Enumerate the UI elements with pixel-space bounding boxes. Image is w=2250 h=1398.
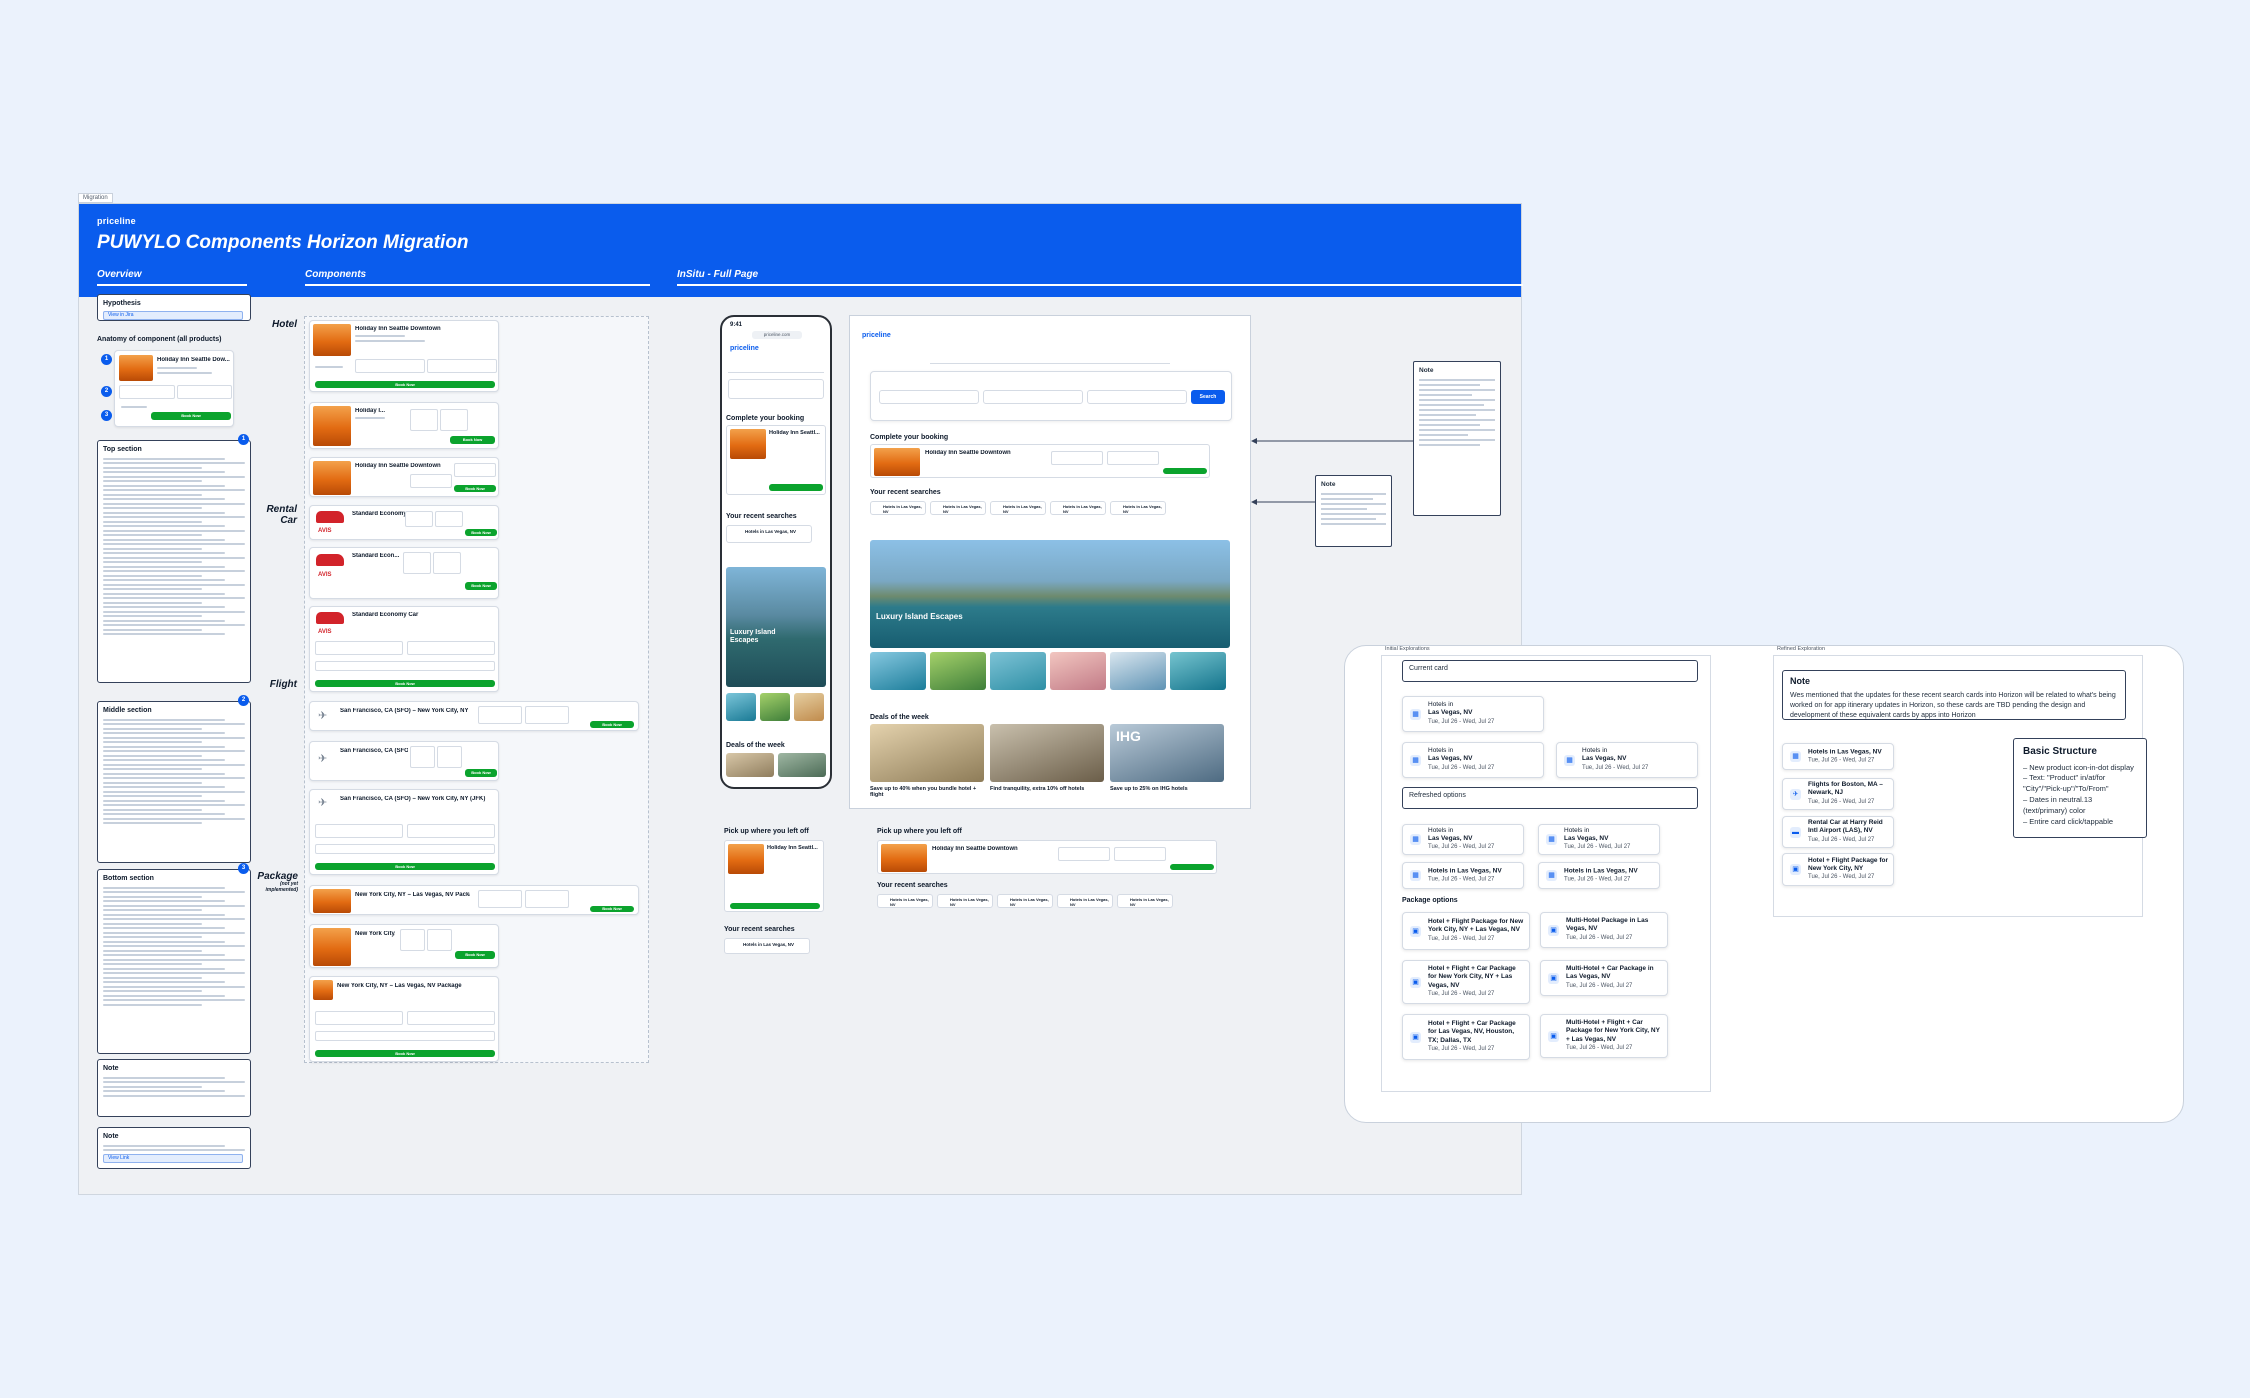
exploration-panel: Initial Explorations Current card ▦ Hote…: [1344, 645, 2184, 1123]
refined-search-card[interactable]: ▣ Hotel + Flight Package for New York Ci…: [1782, 853, 1894, 886]
basic-structure-item: – Dates in neutral.13 (text/primary) col…: [2023, 795, 2093, 815]
basic-structure-note: Basic Structure – New product icon-in-do…: [2013, 738, 2147, 838]
hotel-icon: ▦: [1790, 751, 1801, 762]
card-title: Hotel + Flight Package for New York City…: [1428, 918, 1524, 934]
refined-note: Note Wes mentioned that the updates for …: [1782, 670, 2126, 720]
card-prefix: Hotels in: [1428, 826, 1454, 834]
card-prefix: Hotels in: [1582, 747, 1608, 755]
package-icon: ▣: [1548, 1030, 1559, 1042]
refined-exploration-tag: Refined Exploration: [1777, 646, 1826, 652]
basic-structure-item: – New product icon-in-dot display: [2023, 762, 2134, 772]
recent-search-card-refreshed[interactable]: ▦ Hotels in Las Vegas, NV Tue, Jul 26 - W…: [1538, 862, 1660, 889]
recent-search-card-current[interactable]: ▦ Hotels in Las Vegas, NV Tue, Jul 26 - We…: [1556, 742, 1698, 778]
card-dates: Tue, Jul 26 - Wed, Jul 27: [1428, 936, 1495, 943]
hotel-icon: ▦: [1410, 708, 1421, 720]
recent-search-card-current[interactable]: ▦ Hotels in Las Vegas, NV Tue, Jul 26 - We…: [1402, 742, 1544, 778]
basic-structure-item: – Entire card click/tappable: [2023, 816, 2114, 826]
card-dates: Tue, Jul 26 - Wed, Jul 27: [1808, 799, 1875, 806]
package-icon: ▣: [1548, 972, 1559, 984]
card-dates: Tue, Jul 26 - Wed, Jul 27: [1808, 837, 1875, 844]
card-dates: Tue, Jul 26 - Wed, Jul 27: [1428, 719, 1495, 726]
card-title: Rental Car at Harry Reid Intl Airport (L…: [1808, 819, 1883, 835]
hotel-icon: ▦: [1410, 834, 1421, 845]
card-title: Hotel + Flight + Car Package for New Yor…: [1428, 964, 1516, 989]
card-title: Multi-Hotel + Car Package in Las Vegas, …: [1566, 965, 1654, 981]
card-dates: Tue, Jul 26 - Wed, Jul 27: [1428, 765, 1495, 772]
recent-search-card-refreshed[interactable]: ▦ Hotels in Las Vegas, NV Tue, Jul 26 - We…: [1538, 824, 1660, 855]
package-search-card[interactable]: ▣ Hotel + Flight + Car Package for New Y…: [1402, 960, 1530, 1004]
hotel-icon: ▦: [1546, 834, 1557, 845]
card-dates: Tue, Jul 26 - Wed, Jul 27: [1428, 1046, 1495, 1053]
card-title: Las Vegas, NV: [1428, 835, 1473, 843]
card-prefix: Hotels in: [1428, 701, 1454, 709]
card-title: Multi-Hotel + Flight + Car Package for N…: [1566, 1018, 1660, 1043]
basic-structure-title: Basic Structure: [2023, 746, 2097, 757]
refined-note-title: Note: [1790, 676, 1810, 686]
package-search-card[interactable]: ▣ Hotel + Flight + Car Package for Las V…: [1402, 1014, 1530, 1060]
package-icon: ▣: [1410, 1031, 1421, 1043]
package-icon: ▣: [1410, 925, 1421, 937]
hotel-icon: ▦: [1564, 754, 1575, 766]
recent-search-card-refreshed[interactable]: ▦ Hotels in Las Vegas, NV Tue, Jul 26 - We…: [1402, 824, 1524, 855]
initial-explorations-tag: Initial Explorations: [1385, 646, 1430, 652]
package-icon: ▣: [1548, 924, 1559, 936]
recent-search-card-current[interactable]: ▦ Hotels in Las Vegas, NV Tue, Jul 26 - We…: [1402, 696, 1544, 732]
card-dates: Tue, Jul 26 - Wed, Jul 27: [1428, 844, 1495, 851]
recent-search-card-refreshed[interactable]: ▦ Hotels in Las Vegas, NV Tue, Jul 26 - W…: [1402, 862, 1524, 889]
card-dates: Tue, Jul 26 - Wed, Jul 27: [1564, 876, 1631, 883]
card-dates: Tue, Jul 26 - Wed, Jul 27: [1428, 991, 1495, 998]
current-card-heading: Current card: [1402, 660, 1698, 682]
card-title: Las Vegas, NV: [1428, 709, 1473, 717]
basic-structure-item: – Text: "Product" in/at/for "City"/"Pick…: [2023, 773, 2109, 794]
card-title: Hotels in Las Vegas, NV: [1564, 866, 1638, 874]
card-dates: Tue, Jul 26 - Wed, Jul 27: [1566, 1045, 1633, 1052]
card-dates: Tue, Jul 26 - Wed, Jul 27: [1566, 935, 1633, 942]
card-title: Las Vegas, NV: [1428, 755, 1473, 763]
card-dates: Tue, Jul 26 - Wed, Jul 27: [1428, 876, 1495, 883]
initial-explorations-frame: Current card ▦ Hotels in Las Vegas, NV Tue…: [1381, 655, 1711, 1092]
hotel-icon: ▦: [1410, 870, 1421, 881]
hotel-icon: ▦: [1410, 754, 1421, 766]
refined-note-text: Wes mentioned that the updates for these…: [1790, 692, 2116, 720]
card-dates: Tue, Jul 26 - Wed, Jul 27: [1564, 844, 1631, 851]
plane-icon: ✈: [1790, 788, 1801, 800]
card-prefix: Hotels in: [1564, 826, 1590, 834]
card-dates: Tue, Jul 26 - Wed, Jul 27: [1566, 983, 1633, 990]
card-title: Hotel + Flight Package for New York City…: [1808, 856, 1889, 873]
card-title: Las Vegas, NV: [1564, 835, 1609, 843]
package-search-card[interactable]: ▣ Hotel + Flight Package for New York Ci…: [1402, 912, 1530, 950]
card-prefix: Hotels in: [1428, 747, 1454, 755]
package-search-card[interactable]: ▣ Multi-Hotel Package in Las Vegas, NV Tu…: [1540, 912, 1668, 948]
refined-search-card[interactable]: ✈ Flights for Boston, MA – Newark, NJ Tue…: [1782, 778, 1894, 810]
refined-search-card[interactable]: ▦ Hotels in Las Vegas, NV Tue, Jul 26 - W…: [1782, 743, 1894, 770]
card-dates: Tue, Jul 26 - Wed, Jul 27: [1582, 765, 1649, 772]
refined-search-card[interactable]: ▬ Rental Car at Harry Reid Intl Airport …: [1782, 816, 1894, 848]
hotel-icon: ▦: [1546, 870, 1557, 881]
card-dates: Tue, Jul 26 - Wed, Jul 27: [1808, 874, 1875, 881]
package-options-heading: Package options: [1402, 897, 1458, 904]
card-title: Las Vegas, NV: [1582, 755, 1627, 763]
car-icon: ▬: [1790, 826, 1801, 838]
card-title: Flights for Boston, MA – Newark, NJ: [1808, 781, 1883, 797]
card-title: Multi-Hotel Package in Las Vegas, NV: [1566, 917, 1649, 933]
package-icon: ▣: [1790, 864, 1801, 875]
package-search-card[interactable]: ▣ Multi-Hotel + Car Package in Las Vegas…: [1540, 960, 1668, 996]
card-title: Hotels in Las Vegas, NV: [1808, 747, 1882, 755]
card-dates: Tue, Jul 26 - Wed, Jul 27: [1808, 757, 1875, 764]
card-title: Hotels in Las Vegas, NV: [1428, 866, 1502, 874]
refreshed-options-heading: Refreshed options: [1402, 787, 1698, 809]
package-search-card[interactable]: ▣ Multi-Hotel + Flight + Car Package for…: [1540, 1014, 1668, 1058]
package-icon: ▣: [1410, 976, 1421, 988]
card-title: Hotel + Flight + Car Package for Las Veg…: [1428, 1019, 1516, 1044]
